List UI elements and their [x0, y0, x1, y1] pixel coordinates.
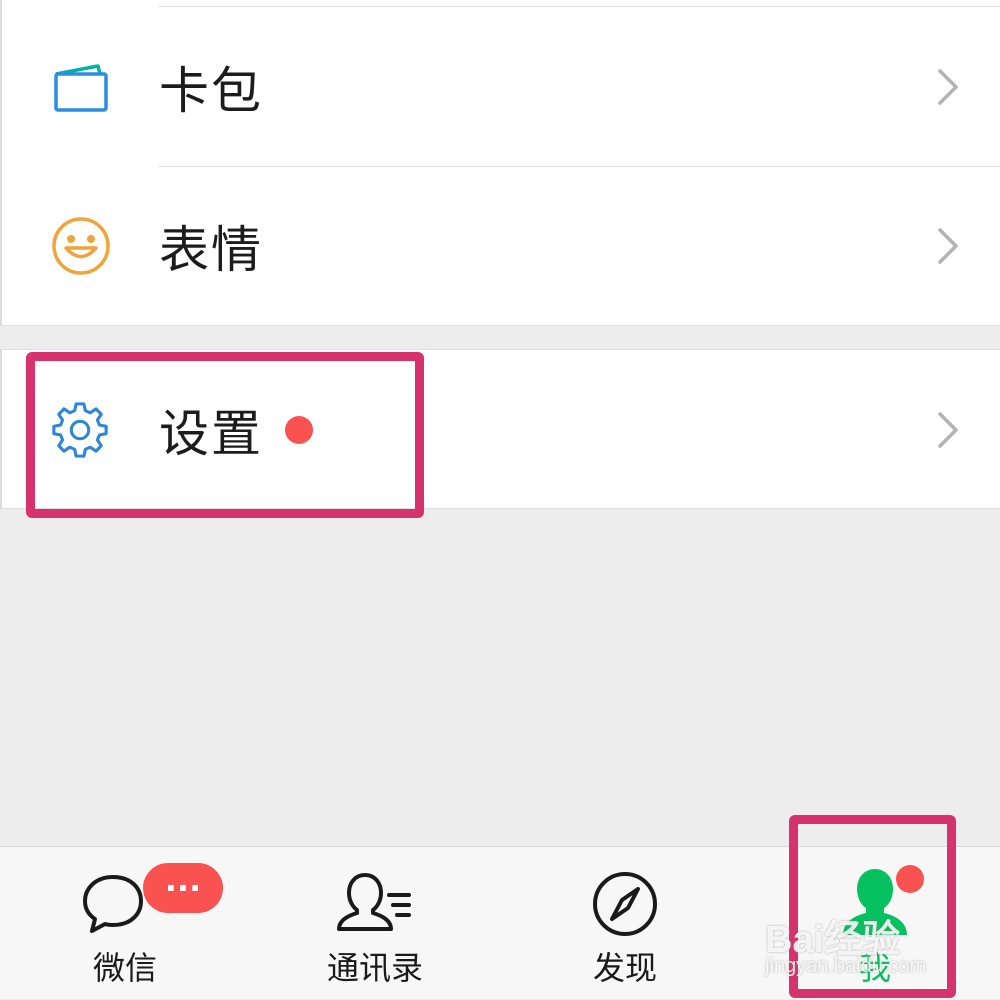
watermark-url: jingyan.baidu.com — [765, 955, 927, 977]
chevron-right-icon — [938, 69, 958, 105]
menu-item-card-wallet[interactable]: 卡包 — [2, 7, 1000, 167]
menu-group-1: 卡包 表情 — [0, 0, 1000, 326]
unread-badge: ··· — [143, 863, 223, 913]
menu-item-label: 卡包 — [159, 62, 263, 120]
tab-label: 发现 — [592, 949, 657, 987]
chevron-right-icon — [938, 228, 958, 264]
chevron-right-icon — [938, 412, 958, 448]
menu-item-label: 表情 — [159, 221, 263, 279]
settings-highlight-box — [26, 352, 424, 518]
tab-discover[interactable]: 发现 — [500, 847, 750, 1000]
card-wallet-icon — [54, 64, 108, 112]
compass-icon — [593, 872, 657, 936]
tab-contacts[interactable]: 通讯录 — [250, 847, 500, 1000]
smiley-icon — [52, 217, 110, 275]
tab-chats[interactable]: ··· 微信 — [0, 847, 250, 1000]
contacts-icon — [337, 873, 411, 931]
tab-label: 微信 — [92, 949, 157, 987]
menu-item-stickers[interactable]: 表情 — [2, 166, 1000, 326]
tab-label: 通讯录 — [326, 949, 423, 987]
